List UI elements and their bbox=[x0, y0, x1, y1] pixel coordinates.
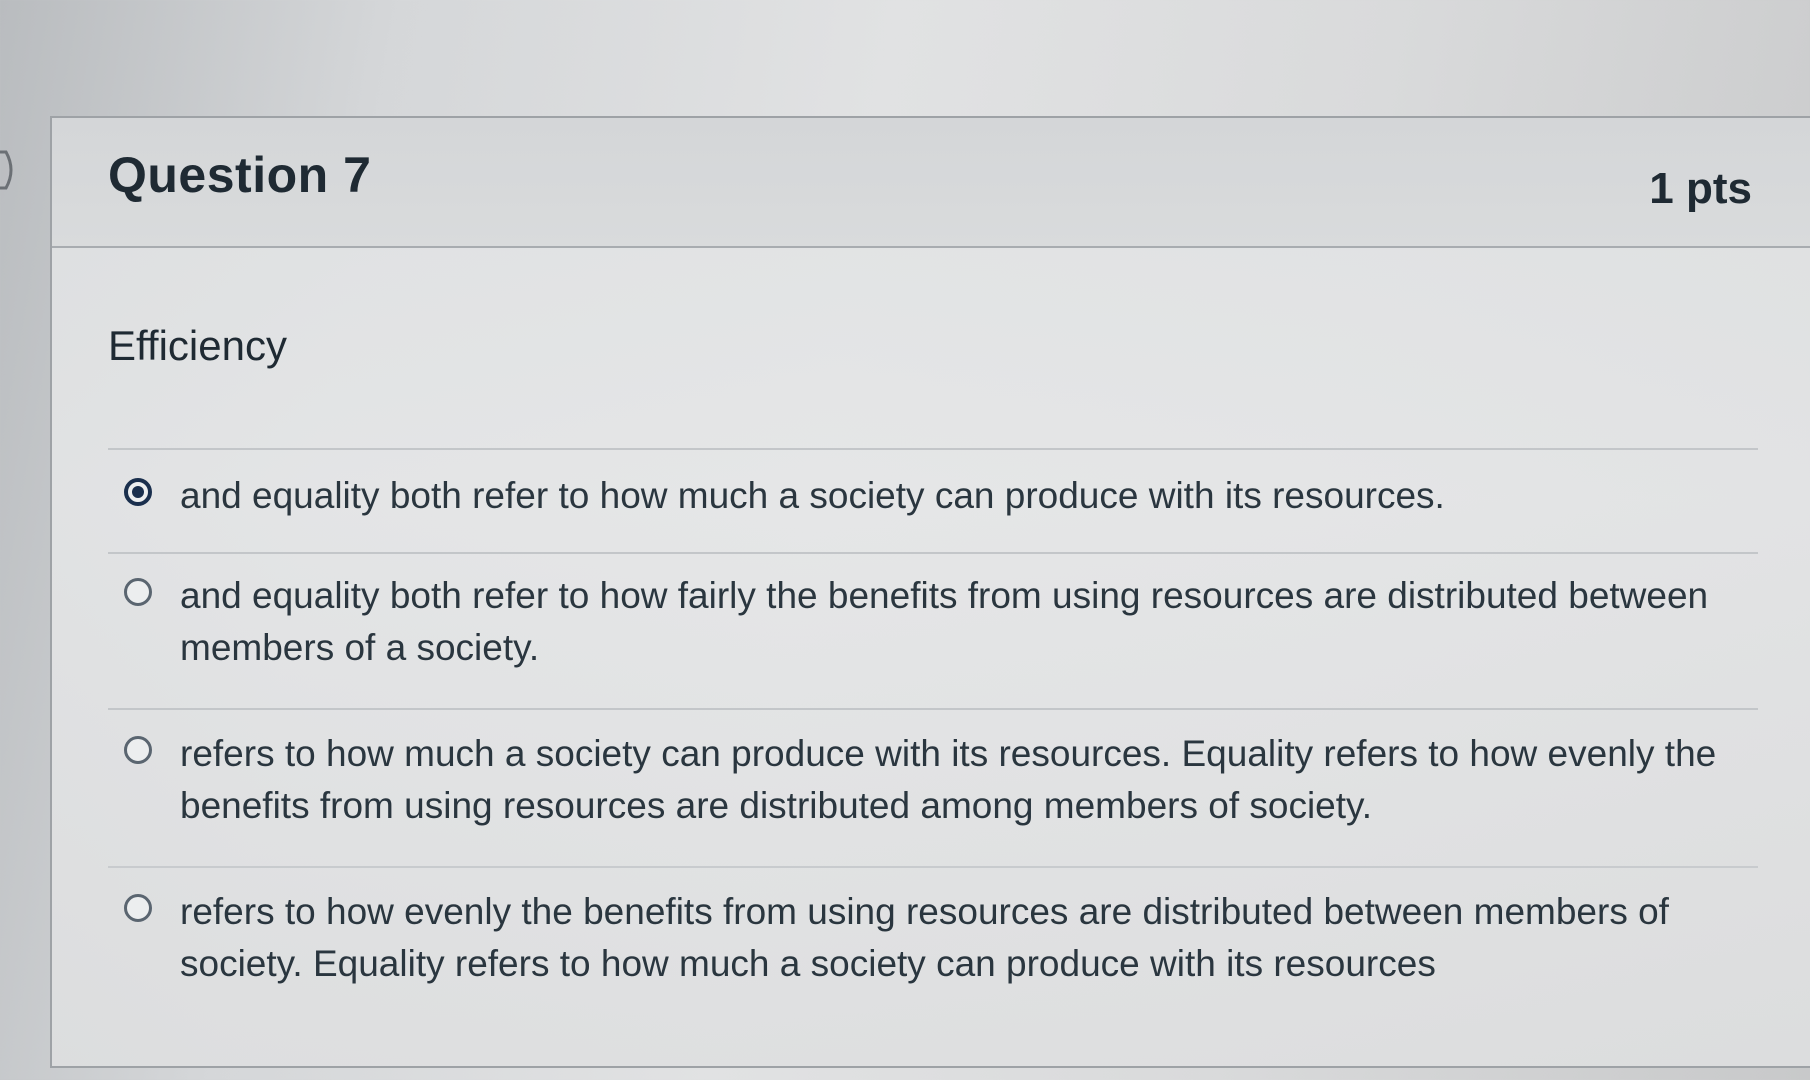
answer-text: refers to how much a society can produce… bbox=[180, 733, 1717, 826]
question-points: 1 pts bbox=[1649, 164, 1752, 213]
radio-unselected-icon[interactable] bbox=[124, 894, 152, 922]
radio-selected-icon[interactable] bbox=[124, 478, 152, 506]
radio-unselected-icon[interactable] bbox=[124, 578, 152, 606]
question-title: Question 7 bbox=[108, 147, 372, 203]
answer-option-2[interactable]: and equality both refer to how fairly th… bbox=[108, 552, 1758, 708]
question-card: Question 7 1 pts Efficiency and equality… bbox=[50, 116, 1810, 1068]
answer-option-1[interactable]: and equality both refer to how much a so… bbox=[108, 448, 1758, 552]
answer-list: and equality both refer to how much a so… bbox=[108, 448, 1758, 1012]
answer-text: refers to how evenly the benefits from u… bbox=[180, 891, 1669, 984]
chevron-right-icon[interactable] bbox=[0, 150, 20, 190]
answer-text: and equality both refer to how much a so… bbox=[180, 475, 1445, 516]
radio-unselected-icon[interactable] bbox=[124, 736, 152, 764]
answer-text: and equality both refer to how fairly th… bbox=[180, 575, 1709, 668]
answer-option-4[interactable]: refers to how evenly the benefits from u… bbox=[108, 866, 1758, 1012]
answer-option-3[interactable]: refers to how much a society can produce… bbox=[108, 708, 1758, 866]
question-header: Question 7 1 pts bbox=[52, 118, 1810, 248]
question-prompt: Efficiency bbox=[108, 322, 287, 369]
